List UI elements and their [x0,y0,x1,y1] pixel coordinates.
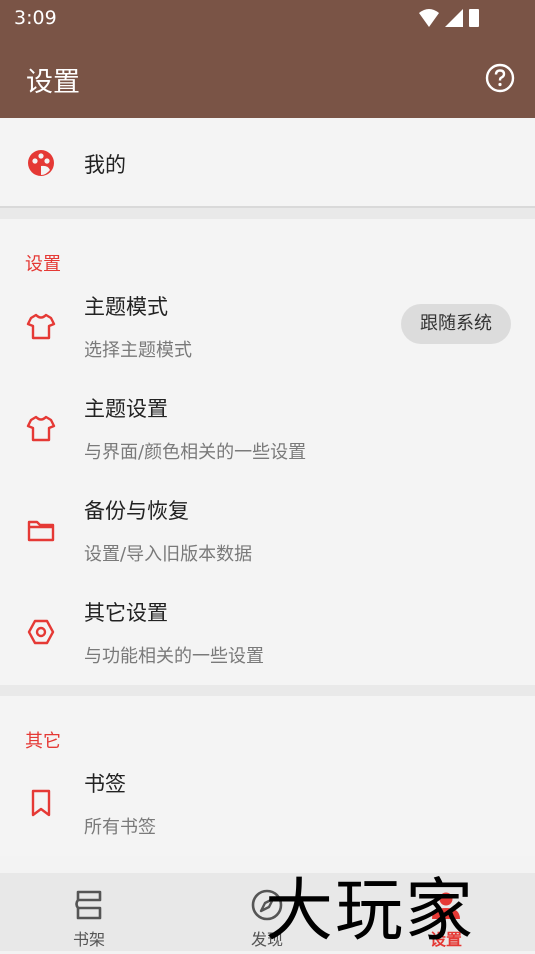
shirt-icon [26,313,56,340]
item-title: 备份与恢复 [84,499,189,523]
item-subtitle: 所有书签 [84,817,156,838]
mine-label: 我的 [84,153,126,177]
theme-mode-chip[interactable]: 跟随系统 [401,304,511,344]
settings-section: 设置 主题模式 选择主题模式 跟随系统 主题设置 与界面/颜色相关的一些设置 备… [0,219,535,685]
theme-settings-item[interactable]: 主题设置 与界面/颜色相关的一些设置 [0,379,535,481]
item-subtitle: 设置/导入旧版本数据 [84,544,253,565]
shirt-icon [26,415,56,442]
item-subtitle: 选择主题模式 [84,340,192,361]
person-icon [432,892,460,919]
item-title: 主题模式 [84,295,168,319]
section-divider [0,208,535,219]
status-icons [419,9,479,27]
item-subtitle: 与界面/颜色相关的一些设置 [84,442,307,463]
item-title: 其它设置 [84,601,168,625]
section-title-settings: 设置 [25,254,61,275]
other-section: 其它 书签 所有书签 [0,696,535,856]
other-settings-item[interactable]: 其它设置 与功能相关的一些设置 [0,583,535,685]
palette-icon [28,150,54,176]
mine-item[interactable]: 我的 [0,118,535,208]
tab-bookshelf[interactable]: 书架 [24,873,154,951]
theme-mode-item[interactable]: 主题模式 选择主题模式 跟随系统 [0,277,535,379]
app-bar: 设置 [0,38,535,118]
compass-icon [251,889,283,921]
bottom-nav: 书架 发现 设置 [0,873,535,951]
status-bar: 3:09 [0,0,535,38]
bookmarks-item[interactable]: 书签 所有书签 [0,754,535,856]
tab-discover[interactable]: 发现 [202,873,332,951]
status-time: 3:09 [14,7,57,29]
wifi-icon [419,9,439,27]
hexagon-icon [27,619,55,645]
bookshelf-icon [75,890,102,920]
help-icon[interactable] [485,63,515,93]
section-title-other: 其它 [25,731,61,752]
folder-icon [27,520,55,542]
tab-settings[interactable]: 设置 [381,873,511,951]
section-divider [0,685,535,696]
settings-list[interactable]: 我的 设置 主题模式 选择主题模式 跟随系统 主题设置 与界面/颜色相关的一些设… [0,118,535,873]
item-title: 主题设置 [84,397,168,421]
backup-restore-item[interactable]: 备份与恢复 设置/导入旧版本数据 [0,481,535,583]
battery-icon [469,9,479,27]
item-subtitle: 与功能相关的一些设置 [84,646,264,667]
bookmark-icon [31,789,51,817]
page-title: 设置 [26,67,80,98]
item-title: 书签 [84,772,126,796]
signal-icon [445,9,463,27]
